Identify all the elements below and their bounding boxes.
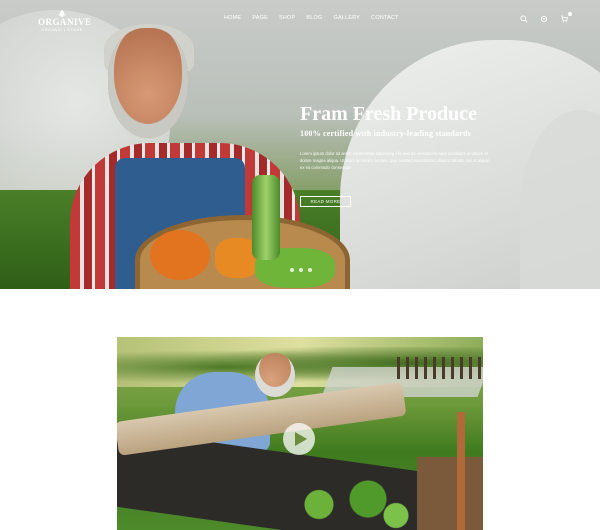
nav-item-page[interactable]: PAGE (252, 15, 268, 21)
slider-dot[interactable] (290, 268, 294, 272)
nav-item-blog[interactable]: BLOG (306, 15, 322, 21)
read-more-button[interactable]: READ MORE (300, 196, 351, 207)
hero-caption: Fram Fresh Produce 100% certified with i… (300, 103, 500, 171)
settings-icon[interactable] (540, 15, 548, 23)
header-tools (520, 12, 572, 23)
hero-description: Lorem ipsum dolor sit amet, consectetur … (300, 151, 490, 170)
brand-tagline: ORGANIC | STORE (41, 27, 83, 32)
nav-item-home[interactable]: HOME (224, 15, 241, 21)
slider-dot[interactable] (308, 268, 312, 272)
brand-name: ORGANIVE (38, 17, 92, 27)
slider-dot[interactable] (299, 268, 303, 272)
hero-title: Fram Fresh Produce (300, 103, 478, 125)
slider-dots (290, 268, 312, 272)
video-thumbnail[interactable] (117, 337, 483, 530)
hero-subtitle: 100% certified with industry-leading sta… (300, 129, 471, 138)
nav-item-shop[interactable]: SHOP (279, 15, 295, 21)
search-icon[interactable] (520, 15, 528, 23)
hero-slider: ORGANIVE ORGANIC | STORE HOME PAGE SHOP … (0, 0, 600, 289)
leaf-icon (57, 10, 67, 17)
cart-icon[interactable] (560, 12, 572, 23)
site-logo[interactable]: ORGANIVE ORGANIC | STORE (38, 10, 92, 32)
site-header: ORGANIVE ORGANIC | STORE HOME PAGE SHOP … (0, 0, 600, 40)
nav-item-contact[interactable]: CONTACT (371, 15, 399, 21)
play-icon[interactable] (283, 423, 315, 455)
nav-item-gallery[interactable]: GALLERY (333, 15, 360, 21)
main-nav: HOME PAGE SHOP BLOG GALLERY CONTACT (224, 15, 399, 21)
cart-count-badge (568, 12, 572, 16)
